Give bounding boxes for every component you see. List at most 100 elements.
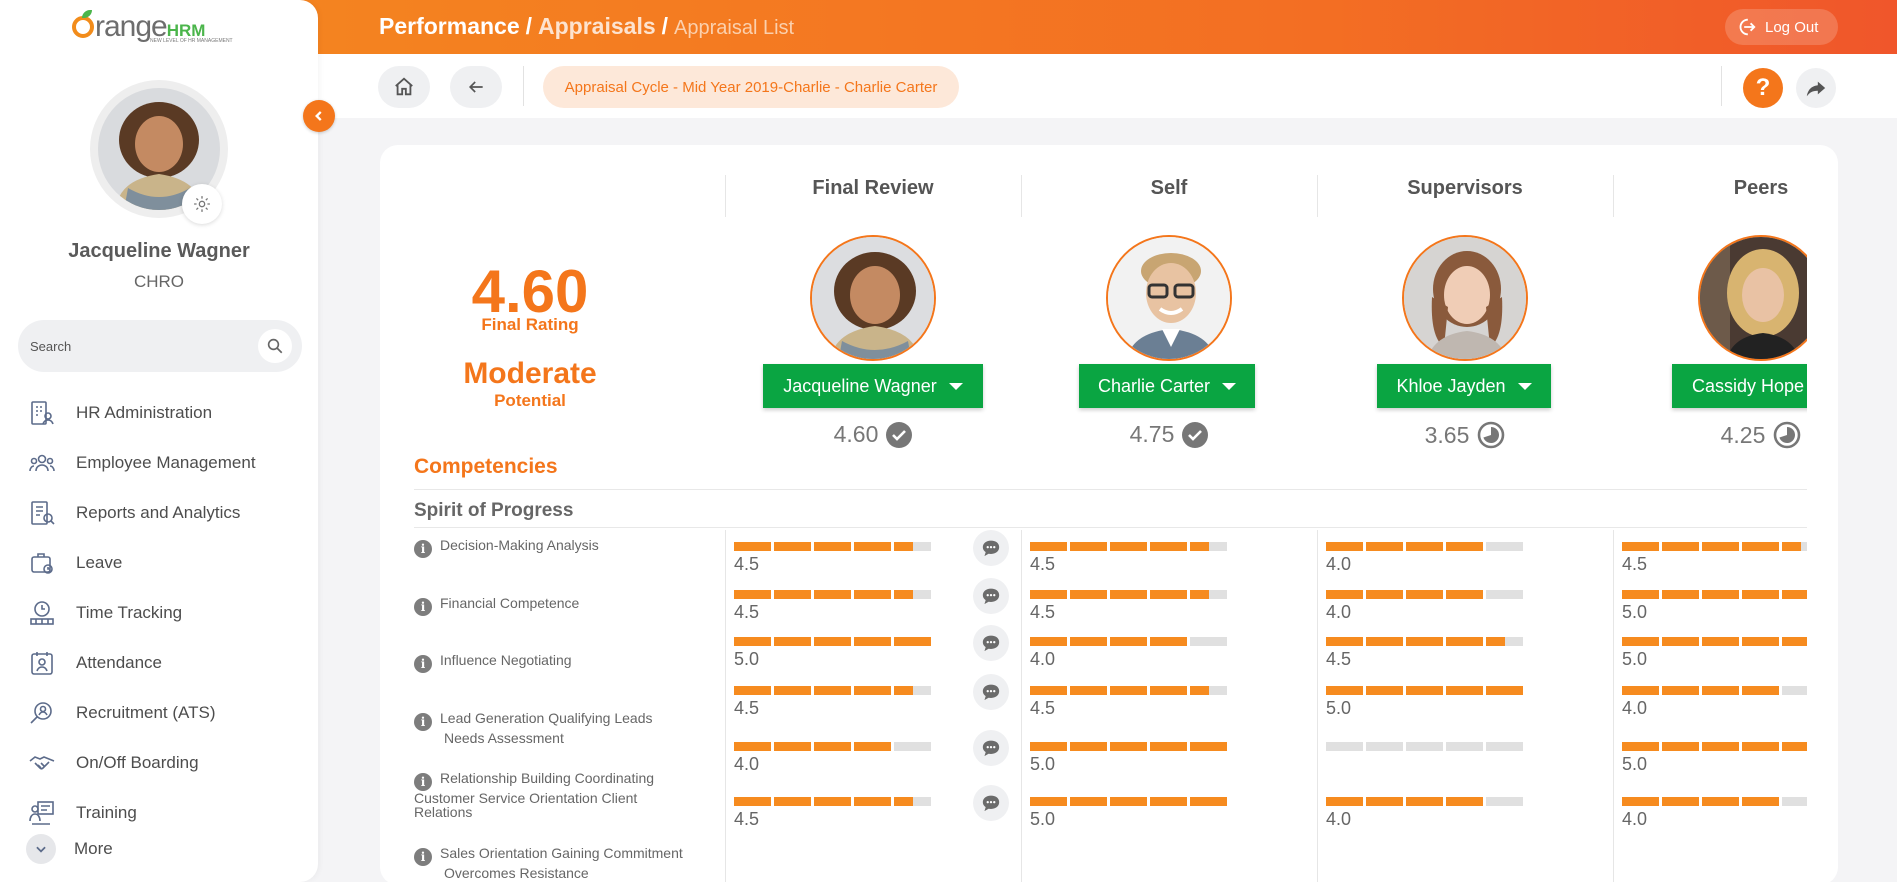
rating-segment [1326,637,1363,646]
column-score-peers: 4.25 [1613,421,1807,449]
sidebar-item-leave[interactable]: Leave [26,538,306,588]
home-button[interactable] [378,66,430,108]
employees-icon [26,447,58,479]
sidebar-item-employee-management[interactable]: Employee Management [26,438,306,488]
rating-segment [1030,686,1067,695]
rating-segment [1030,797,1067,806]
criterion-label: i Decision-Making Analysis [414,538,694,558]
rating-segment [814,637,851,646]
rating-segment [1486,686,1523,695]
rating-segment [1782,742,1807,751]
collapse-sidebar-button[interactable] [303,100,335,132]
rating-segment [1070,797,1107,806]
column-divider [1021,530,1022,882]
sidebar-item-on-off-boarding[interactable]: On/Off Boarding [26,738,306,788]
rating-segment [1406,797,1443,806]
reviewer-select-final-review[interactable]: Jacqueline Wagner [763,364,983,408]
score-value: 4.60 [833,421,879,447]
info-icon[interactable]: i [414,655,432,673]
appraisal-content: 4.60 Final Rating Moderate Potential Fin… [380,145,1807,882]
rating-value: 5.0 [1030,809,1056,829]
reviewer-select-peers[interactable]: Cassidy Hope [1672,364,1807,408]
sidebar-item-training[interactable]: Training [26,788,306,838]
rating-segment [894,742,931,751]
rating-value: 4.5 [1622,554,1648,574]
rating-segment [1446,637,1483,646]
rating-segment [1742,637,1779,646]
comment-button[interactable] [973,730,1009,766]
sidebar-item-recruitment[interactable]: Recruitment (ATS) [26,688,306,738]
rating-segment [1662,742,1699,751]
rating-segment [774,637,811,646]
toolbar-divider [1721,66,1722,106]
reports-icon [26,497,58,529]
user-role: CHRO [133,272,185,291]
info-icon[interactable]: i [414,713,432,731]
rating-segment [1446,686,1483,695]
final-rating-label: Final Rating [481,315,579,334]
rating-segment [854,742,891,751]
rating-segment [1190,797,1227,806]
rating-segment [814,797,851,806]
orangehrm-logo[interactable]: rangeHRM NEW LEVEL OF HR MANAGEMENT [72,10,252,50]
logout-button[interactable]: Log Out [1725,9,1838,45]
breadcrumb-appraisals[interactable]: Appraisals [538,13,656,39]
rating-segment [734,542,771,551]
rating-segment [1486,797,1523,806]
search-button[interactable] [258,329,292,363]
rating-segment [1702,686,1739,695]
comment-button[interactable] [973,674,1009,710]
search-input[interactable] [30,336,250,356]
rating-value: 5.0 [734,649,760,669]
reviewer-name: Charlie Carter [1097,375,1211,396]
rating-segment [854,542,891,551]
profile-settings-button[interactable] [182,184,222,224]
info-icon[interactable]: i [414,848,432,866]
appraisal-cycle-chip[interactable]: Appraisal Cycle - Mid Year 2019-Charlie … [543,66,959,108]
sidebar-item-label: Training [76,803,137,822]
comment-button[interactable] [973,530,1009,566]
help-button[interactable]: ? [1743,68,1783,108]
rating-segment [894,637,931,646]
sidebar-item-time-tracking[interactable]: Time Tracking [26,588,306,638]
rating-segment [1326,542,1363,551]
rating-value: 4.0 [734,754,760,774]
rating-segment [734,637,771,646]
sidebar-item-attendance[interactable]: Attendance [26,638,306,688]
rating-bar [1622,542,1807,551]
back-button[interactable] [450,66,502,108]
info-icon[interactable]: i [414,540,432,558]
comment-button[interactable] [973,625,1009,661]
sidebar-search [18,320,302,372]
rating-segment [1070,637,1107,646]
rating-segment [1486,742,1523,751]
sidebar-item-reports-and-analytics[interactable]: Reports and Analytics [26,488,306,538]
rating-bar [1030,542,1230,551]
reviewer-select-self[interactable]: Charlie Carter [1079,364,1255,408]
competency-group-title: Spirit of Progress [414,500,574,521]
info-icon[interactable]: i [414,773,432,791]
breadcrumb-performance[interactable]: Performance [379,13,520,39]
rating-bar [1030,742,1230,751]
info-icon[interactable]: i [414,598,432,616]
rating-segment [814,742,851,751]
rating-segment [1326,686,1363,695]
rating-bar [1326,590,1526,599]
rating-value: 5.0 [1326,698,1352,718]
reviewer-name: Cassidy Hope [1692,375,1805,396]
sidebar-more-button[interactable]: More [26,834,113,864]
rating-segment [1030,742,1067,751]
caret-down-icon [1517,382,1532,390]
potential-label: Potential [494,391,566,410]
sidebar-item-hr-administration[interactable]: HR Administration [26,388,306,438]
rating-segment [1110,542,1147,551]
comment-button[interactable] [973,578,1009,614]
comment-button[interactable] [973,785,1009,821]
share-button[interactable] [1796,68,1836,108]
reviewer-select-supervisors[interactable]: Khloe Jayden [1377,364,1551,408]
home-icon [393,76,415,98]
comment-icon [981,739,1001,757]
rating-value: 5.0 [1030,754,1056,774]
section-divider [414,489,1807,490]
recruitment-icon [26,697,58,729]
